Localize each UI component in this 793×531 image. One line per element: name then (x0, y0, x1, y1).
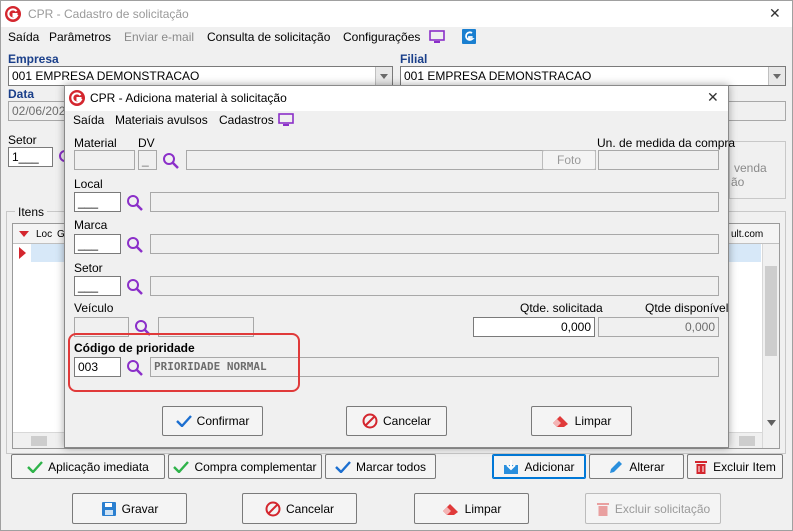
marca-label: Marca (74, 218, 108, 232)
side-text-venda: venda (734, 161, 767, 175)
download-box-icon (504, 459, 519, 474)
qtde-disponivel-label: Qtde disponível (645, 301, 729, 315)
search-icon[interactable] (161, 151, 181, 171)
setor-label: Setor (8, 133, 37, 147)
qtde-solicitada-label: Qtde. solicitada (520, 301, 603, 315)
app-logo-icon (69, 90, 85, 106)
dialog-close-button[interactable]: ✕ (707, 89, 719, 106)
material-label: Material (74, 136, 117, 150)
menu-consulta-solicitacao[interactable]: Consulta de solicitação (207, 30, 330, 44)
aplicacao-imediata-button[interactable]: Aplicação imediata (11, 454, 165, 479)
trash-icon (695, 460, 708, 474)
alterar-button[interactable]: Alterar (589, 454, 684, 479)
filial-label: Filial (400, 52, 428, 66)
prioridade-highlight (68, 333, 300, 392)
empresa-dropdown-arrow[interactable] (375, 67, 392, 85)
grid-vertical-scrollbar[interactable] (762, 244, 779, 448)
cancelar-main-button[interactable]: Cancelar (242, 493, 357, 524)
menu-parametros[interactable]: Parâmetros (49, 30, 111, 44)
app-logo-icon (5, 6, 21, 22)
empresa-select[interactable]: 001 EMPRESA DEMONSTRACAO (8, 66, 393, 86)
hscroll-thumb[interactable] (31, 436, 47, 446)
empresa-label: Empresa (8, 52, 59, 66)
dialog-menu-saida[interactable]: Saída (73, 113, 104, 127)
main-menu-bar: Saída Parâmetros Enviar e-mail Consulta … (1, 29, 792, 46)
main-close-button[interactable]: ✕ (769, 5, 781, 22)
check-icon (335, 460, 351, 473)
scroll-down-icon[interactable] (767, 420, 776, 426)
trash-icon (596, 502, 609, 516)
chevron-down-icon (773, 73, 781, 79)
dialog-menu-materiais-avulsos[interactable]: Materiais avulsos (115, 113, 208, 127)
main-title-bar: CPR - Cadastro de solicitação ✕ (1, 1, 792, 27)
sort-down-icon[interactable] (19, 231, 29, 237)
filial-select[interactable]: 001 EMPRESA DEMONSTRACAO (400, 66, 786, 86)
search-icon[interactable] (125, 193, 145, 213)
monitor-icon[interactable] (278, 113, 294, 127)
un-medida-label: Un. de medida da compra (597, 136, 736, 150)
cancelar-dialog-button[interactable]: Cancelar (346, 406, 447, 436)
main-window-title: CPR - Cadastro de solicitação (28, 7, 189, 21)
adicionar-button[interactable]: Adicionar (492, 454, 586, 479)
limpar-main-button[interactable]: Limpar (414, 493, 529, 524)
dv-field[interactable]: _ (138, 150, 157, 170)
floppy-disk-icon (101, 501, 116, 516)
pencil-icon (610, 460, 623, 473)
search-icon[interactable] (125, 235, 145, 255)
local-desc-field (150, 192, 719, 212)
confirmar-button[interactable]: Confirmar (162, 406, 263, 436)
setor-field[interactable]: 1___ (8, 147, 53, 167)
dv-label: DV (138, 136, 155, 150)
row-pointer-icon (19, 247, 26, 259)
material-desc-field (186, 150, 596, 170)
compra-complementar-button[interactable]: Compra complementar (168, 454, 322, 479)
grid-col-loc[interactable]: Loc (36, 228, 52, 242)
menu-saida[interactable]: Saída (8, 30, 39, 44)
dialog-menu-cadastros[interactable]: Cadastros (219, 113, 274, 127)
local-field[interactable]: ___ (74, 192, 121, 212)
un-medida-field (598, 150, 719, 170)
menu-enviar-email[interactable]: Enviar e-mail (124, 30, 194, 44)
eraser-icon (442, 503, 458, 515)
chevron-down-icon (380, 73, 388, 79)
dialog-menu-bar: Saída Materiais avulsos Cadastros (65, 113, 728, 129)
scrollbar-thumb[interactable] (765, 266, 777, 356)
cancel-icon (265, 501, 281, 516)
monitor-icon[interactable] (429, 30, 445, 44)
side-text-ao: ão (731, 175, 745, 189)
foto-button[interactable]: Foto (542, 150, 596, 170)
app-g-icon[interactable] (462, 29, 476, 44)
dialog-setor-label: Setor (74, 261, 103, 275)
data-label: Data (8, 87, 35, 101)
hscroll-thumb-right[interactable] (739, 436, 755, 446)
excluir-item-button[interactable]: Excluir Item (687, 454, 783, 479)
veiculo-label: Veículo (74, 301, 114, 315)
marca-desc-field (150, 234, 719, 254)
menu-configuracoes[interactable]: Configurações (343, 30, 420, 44)
dialog-title: CPR - Adiciona material à solicitação (90, 91, 287, 105)
itens-label: Itens (15, 205, 48, 219)
marcar-todos-button[interactable]: Marcar todos (325, 454, 436, 479)
check-icon (27, 460, 44, 473)
add-material-dialog: CPR - Adiciona material à solicitação ✕ … (64, 85, 735, 448)
limpar-dialog-button[interactable]: Limpar (531, 406, 632, 436)
local-label: Local (74, 177, 103, 191)
qtde-solicitada-field[interactable]: 0,000 (473, 317, 595, 337)
marca-field[interactable]: ___ (74, 234, 121, 254)
excluir-solicitacao-button[interactable]: Excluir solicitação (585, 493, 721, 524)
check-icon (175, 415, 192, 427)
dialog-setor-desc-field (150, 276, 719, 296)
search-icon[interactable] (125, 277, 145, 297)
qtde-disponivel-field: 0,000 (598, 317, 719, 337)
filial-dropdown-arrow[interactable] (768, 67, 785, 85)
gravar-button[interactable]: Gravar (72, 493, 187, 524)
eraser-icon (552, 416, 568, 427)
grid-col-ult[interactable]: ult.com (731, 228, 763, 242)
dialog-setor-field[interactable]: ___ (74, 276, 121, 296)
dialog-title-bar: CPR - Adiciona material à solicitação ✕ (65, 86, 728, 111)
cancel-icon (362, 413, 378, 429)
check-icon (173, 460, 190, 473)
material-field[interactable] (74, 150, 135, 170)
